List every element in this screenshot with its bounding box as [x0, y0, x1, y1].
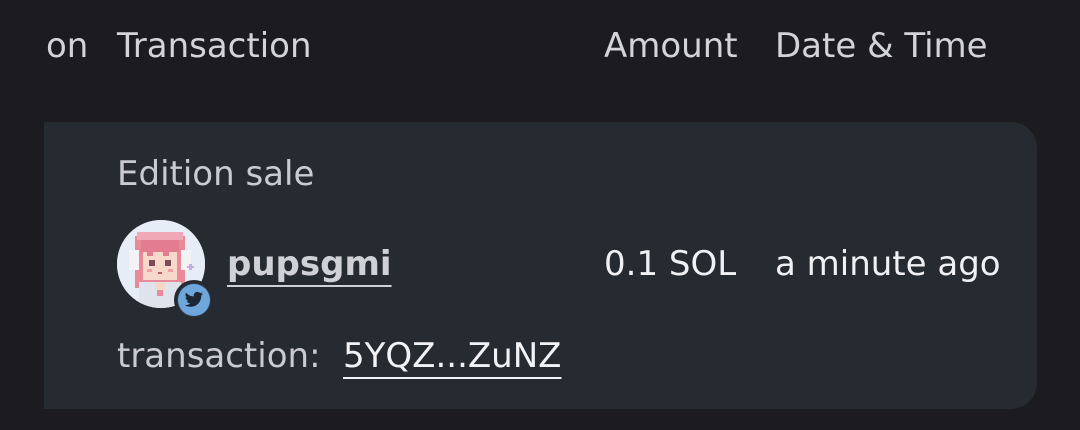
- transaction-label: transaction:: [117, 336, 321, 376]
- transactions-table: on Transaction Amount Date & Time Editio…: [0, 0, 1080, 430]
- datetime-value: a minute ago: [775, 244, 1001, 284]
- twitter-badge[interactable]: [174, 280, 214, 320]
- transaction-id-link[interactable]: 5YQZ...ZuNZ: [343, 336, 561, 376]
- amount-value: 0.1 SOL: [604, 244, 737, 284]
- column-header-truncated: on: [46, 26, 89, 66]
- username-link[interactable]: pupsgmi: [227, 244, 392, 284]
- sale-type-label: Edition sale: [117, 154, 315, 194]
- transaction-row: Edition sale pupsgmi 0.1 SOL a minute ag…: [44, 122, 1037, 409]
- column-header-transaction: Transaction: [117, 26, 312, 66]
- twitter-bird-icon: [178, 284, 210, 316]
- column-header-datetime: Date & Time: [775, 26, 988, 66]
- column-header-amount: Amount: [604, 26, 738, 66]
